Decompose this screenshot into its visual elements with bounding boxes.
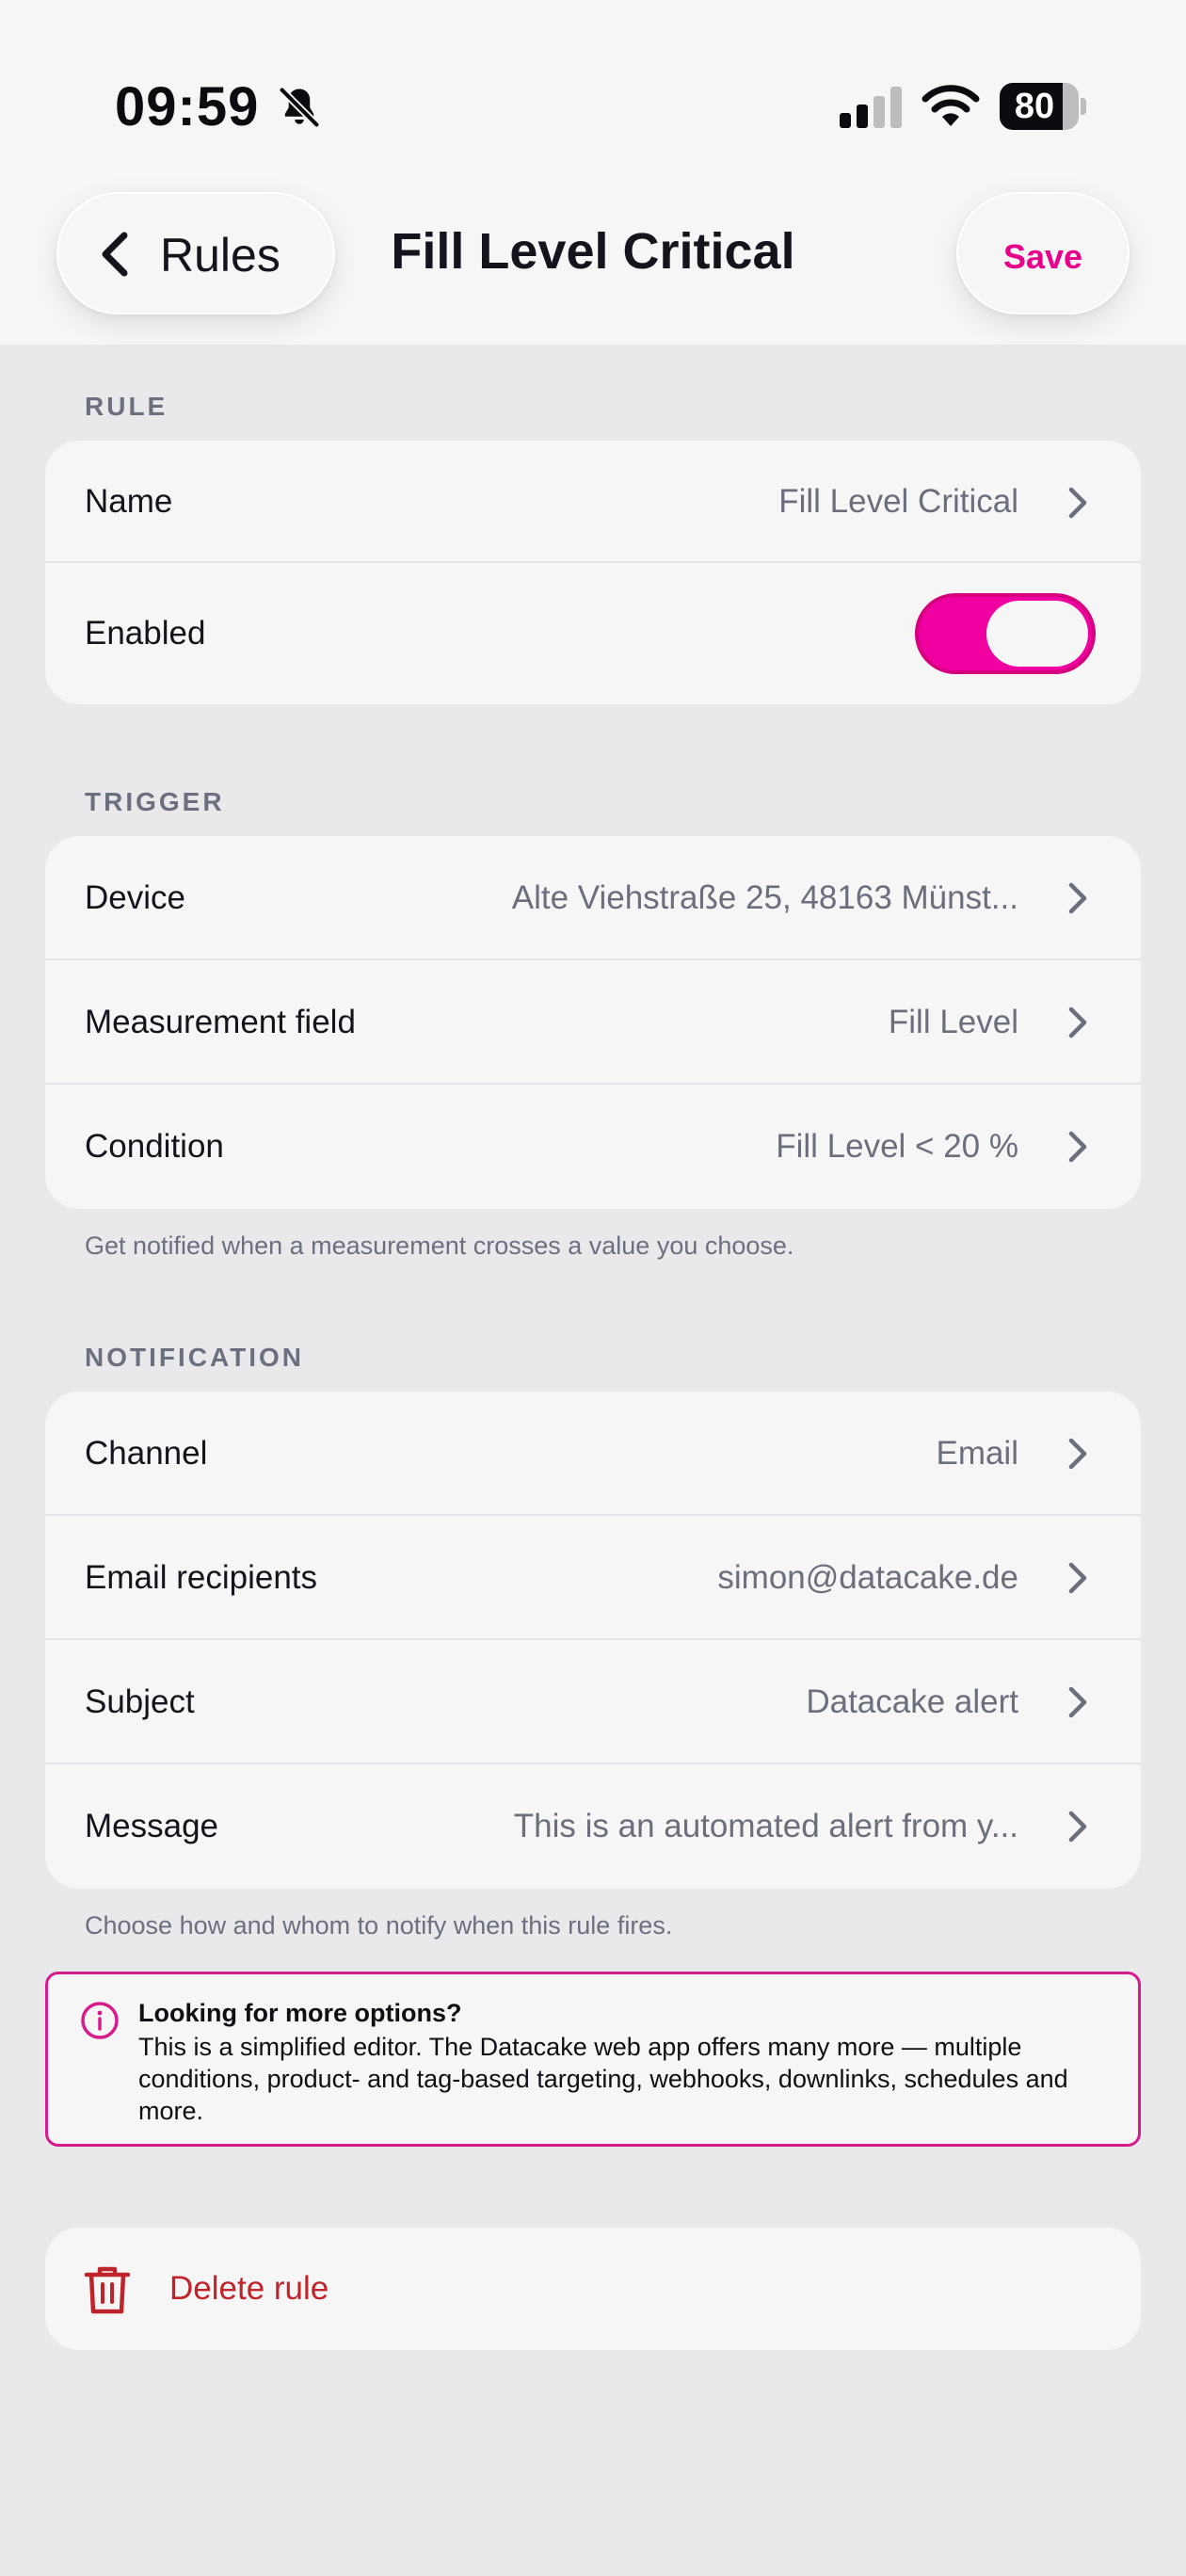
name-label: Name: [85, 483, 173, 520]
name-value: Fill Level Critical: [778, 483, 1018, 520]
chevron-right-icon: [1068, 487, 1087, 519]
info-icon: [81, 2002, 119, 2039]
section-label-notification: NOTIFICATION: [85, 1343, 305, 1372]
page-title: Fill Level Critical: [391, 223, 795, 280]
enabled-toggle[interactable]: [915, 593, 1096, 674]
name-row[interactable]: Name Fill Level Critical: [45, 441, 1141, 563]
callout-body: This is a simplified editor. The Datacak…: [138, 2033, 1068, 2125]
subject-row[interactable]: Subject Datacake alert: [45, 1640, 1141, 1764]
channel-row[interactable]: Channel Email: [45, 1392, 1141, 1516]
device-row[interactable]: Device Alte Viehstraße 25, 48163 Münst..…: [45, 836, 1141, 960]
rule-card: Name Fill Level Critical Enabled: [45, 441, 1141, 704]
notification-footnote: Choose how and whom to notify when this …: [85, 1911, 673, 1940]
chevron-right-icon: [1068, 1131, 1087, 1163]
delete-rule-label: Delete rule: [169, 2270, 329, 2307]
device-label: Device: [85, 879, 185, 916]
trigger-card: Device Alte Viehstraße 25, 48163 Münst..…: [45, 836, 1141, 1209]
subject-value: Datacake alert: [806, 1683, 1018, 1720]
wifi-icon: [922, 85, 980, 126]
chevron-right-icon: [1068, 1562, 1087, 1594]
message-row[interactable]: Message This is an automated alert from …: [45, 1764, 1141, 1889]
chevron-right-icon: [1068, 1438, 1087, 1470]
chevron-right-icon: [1068, 1811, 1087, 1843]
email-recipients-value: simon@datacake.de: [717, 1559, 1018, 1596]
status-time: 09:59: [115, 76, 260, 137]
top-bar: 09:59 80 Rules Fill Level Critical Save: [0, 0, 1186, 345]
trigger-footnote: Get notified when a measurement crosses …: [85, 1232, 794, 1260]
condition-value: Fill Level < 20 %: [776, 1128, 1018, 1165]
signal-icon: [840, 87, 902, 128]
back-button[interactable]: Rules: [56, 192, 335, 314]
chevron-right-icon: [1068, 882, 1087, 914]
enabled-row: Enabled: [45, 563, 1141, 704]
email-recipients-label: Email recipients: [85, 1559, 318, 1596]
toggle-knob: [986, 601, 1088, 667]
trash-icon: [84, 2266, 131, 2314]
save-button-label: Save: [1002, 237, 1083, 276]
save-button[interactable]: Save: [956, 192, 1130, 314]
measurement-field-label: Measurement field: [85, 1004, 356, 1040]
measurement-field-row[interactable]: Measurement field Fill Level: [45, 960, 1141, 1085]
back-button-label: Rules: [160, 229, 280, 282]
subject-label: Subject: [85, 1683, 195, 1720]
device-value: Alte Viehstraße 25, 48163 Münst...: [511, 879, 1018, 916]
email-recipients-row[interactable]: Email recipients simon@datacake.de: [45, 1516, 1141, 1640]
channel-value: Email: [936, 1435, 1018, 1472]
condition-label: Condition: [85, 1128, 224, 1165]
section-label-rule: RULE: [85, 392, 168, 421]
delete-rule-button[interactable]: Delete rule: [45, 2228, 1141, 2350]
callout-title: Looking for more options?: [138, 1999, 462, 2027]
enabled-label: Enabled: [85, 615, 206, 652]
channel-label: Channel: [85, 1435, 208, 1472]
condition-row[interactable]: Condition Fill Level < 20 %: [45, 1085, 1141, 1209]
battery-icon: 80: [1000, 83, 1086, 130]
chevron-right-icon: [1068, 1006, 1087, 1038]
chevron-right-icon: [1068, 1686, 1087, 1718]
battery-percentage: 80: [1014, 87, 1055, 126]
chevron-left-icon: [102, 232, 128, 277]
message-label: Message: [85, 1808, 219, 1844]
section-label-trigger: TRIGGER: [85, 787, 225, 816]
more-options-callout: Looking for more options? This is a simp…: [45, 1972, 1141, 2147]
notification-card: Channel Email Email recipients simon@dat…: [45, 1392, 1141, 1889]
message-value: This is an automated alert from y...: [513, 1808, 1018, 1844]
measurement-field-value: Fill Level: [888, 1004, 1018, 1040]
bell-slash-icon: [278, 86, 321, 129]
